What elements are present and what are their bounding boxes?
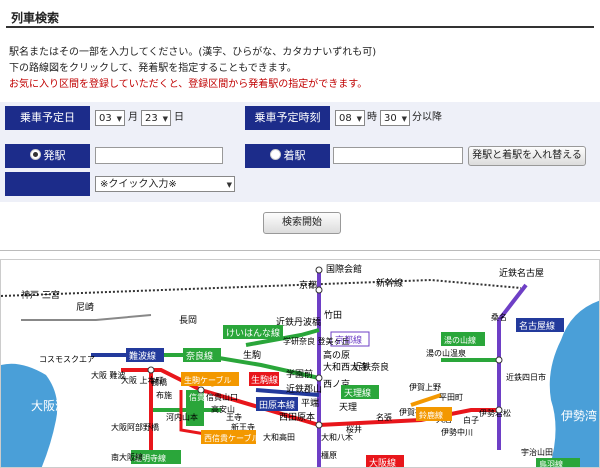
suzuka-line-label: 鈴鹿線 [419,410,443,420]
depart-label-text: 発駅 [43,149,66,162]
keihanna-label: けいはんな線 [226,327,280,339]
day-unit: 日 [174,112,184,123]
arrive-label-text: 着駅 [283,149,306,162]
station-sakurai[interactable]: 桜井 [346,424,362,434]
shinkansen-label: 新幹線 [376,277,403,289]
depart-radio-label[interactable]: 発駅 [5,144,90,168]
station-nishitawaramoto[interactable]: 西田原本 [279,411,315,423]
month-unit: 月 [128,112,138,123]
marker-kintetsu-yokkaichi[interactable] [495,356,503,364]
page-title: 列車検索 [11,11,60,25]
toba-line-label: 鳥羽線 [539,459,563,468]
station-kuwana[interactable]: 桑名 [491,312,507,322]
station-takanohara[interactable]: 高の原 [323,349,350,361]
nara-line-label: 奈良線 [186,350,213,362]
depart-radio-icon[interactable] [29,149,41,160]
osaka-bay-label: 大阪湾 [31,398,67,413]
hour-unit: 時 [367,112,377,123]
marker-yamato-yagi[interactable] [315,421,323,429]
station-yamato-takada[interactable]: 大和高田 [263,432,295,442]
quick-input-select[interactable]: ※クイック入力※ [95,176,235,193]
station-ise-wakamatsu[interactable]: 伊勢若松 [479,408,511,418]
hour-select[interactable]: 08 [335,110,365,127]
marker-tsuruhashi[interactable] [147,366,155,374]
station-gakken[interactable]: 学研奈良 登美ヶ丘 [283,336,350,346]
ise-bay-label: 伊勢湾 [561,408,597,423]
station-iga-ueno[interactable]: 伊賀上野 [409,382,441,392]
minute-unit: 分以降 [412,112,442,123]
search-button[interactable]: 検索開始 [263,212,341,234]
instruction-line-2: 下の路線図をクリックして、発着駅を指定することもできます。 [9,63,297,74]
station-ikoma[interactable]: 生駒 [243,349,261,361]
day-select[interactable]: 23 [141,110,171,127]
instructions: 駅名またはその一部を入力してください。(漢字、ひらがな、カタカナいずれも可) 下… [9,45,376,93]
station-gakuenmae[interactable]: 学園前 [286,368,313,380]
arrive-radio-icon[interactable] [269,149,281,160]
station-tenri[interactable]: 天理 [339,402,357,413]
tawaramoto-label: 田原本線 [259,399,295,411]
station-fuse[interactable]: 布施 [156,390,172,400]
station-uji-yamada[interactable]: 宇治山田 [521,447,553,457]
favorite-notice: お気に入り区間を登録していただくと、登録区間から発着駅の指定ができます。 [9,79,368,90]
depart-station-input[interactable] [95,147,223,164]
station-hirahata[interactable]: 平端 [301,397,319,409]
month-select[interactable]: 03 [95,110,125,127]
station-kintetsu-nara[interactable]: 近鉄奈良 [353,361,389,373]
osaka-line-label: 大阪線 [369,457,396,468]
minute-select[interactable]: 30 [380,110,410,127]
station-amagasaki[interactable]: 尼崎 [76,301,94,313]
station-kintetsu-yokkaichi[interactable]: 近鉄四日市 [506,372,546,382]
station-takeda[interactable]: 竹田 [324,309,342,321]
instruction-line-1: 駅名またはその一部を入力してください。(漢字、ひらがな、カタカナいずれも可) [9,47,377,58]
swap-stations-button[interactable]: 発駅と着駅を入れ替える [468,146,586,166]
nagoya-line-label: 名古屋線 [519,320,555,332]
station-kawachi-yamamoto[interactable]: 河内山本 [166,412,198,422]
station-cosmo-square[interactable]: コスモスクエア [39,355,95,364]
marker-ise-wakamatsu[interactable] [495,406,503,414]
map-background [1,260,599,467]
station-osaka-abeno[interactable]: 大阪阿部野橋 [111,422,159,432]
station-ise-nakagawa[interactable]: 伊勢中川 [441,427,473,437]
nishi-shigi-cable-label: 西信貴ケーブル [204,433,260,443]
date-label: 乗車予定日 [5,106,90,130]
page-header: 列車検索 [6,6,594,28]
yunoyama-line-label: 湯の山線 [444,335,476,345]
station-shigi-yama[interactable]: 信貴山口 [206,392,238,402]
station-nagaoka[interactable]: 長岡 [179,315,197,326]
divider [0,250,600,251]
station-kokusai[interactable]: 国際会館 [326,263,362,275]
station-kyoto[interactable]: 京都 [299,279,317,291]
time-label: 乗車予定時刻 [245,106,330,130]
marker-kyoto[interactable] [315,286,323,294]
station-kobe-sannomiya[interactable]: 神戸 三宮 [21,289,60,301]
ikoma-line-label: 生駒線 [251,374,278,386]
namba-line-label: 難波線 [129,350,156,362]
marker-yamato-saidaiji[interactable] [315,374,323,382]
minami-osaka-line-label: 南大阪線 [111,452,143,462]
ikoma-cable-label: 生駒ケーブル [184,375,232,385]
station-yunoyama-onsen[interactable]: 湯の山温泉 [426,348,466,358]
station-shiroko[interactable]: 白子 [463,415,479,425]
station-oji[interactable]: 王寺 [226,413,242,422]
marker-fuse[interactable] [197,386,205,394]
tenri-line-label: 天理線 [344,387,371,399]
quick-input-label-cell [5,172,90,196]
arrive-station-input[interactable] [333,147,463,164]
route-map[interactable]: 国際会館 近鉄名古屋 新幹線 神戸 三宮 尼崎 京都 竹田 近鉄丹波橋 長岡 け… [0,259,600,468]
route-map-svg[interactable]: 国際会館 近鉄名古屋 新幹線 神戸 三宮 尼崎 京都 竹田 近鉄丹波橋 長岡 け… [1,260,600,468]
station-nabari[interactable]: 名張 [376,412,392,422]
station-hirata[interactable]: 平田町 [439,393,463,402]
station-tsuruhashi[interactable]: 鶴橋 [151,377,167,387]
station-kashihara[interactable]: 橿原 [321,450,337,460]
arrive-radio-label[interactable]: 着駅 [245,144,330,168]
marker-kokusai[interactable] [315,266,323,274]
station-kintetsu-nagoya[interactable]: 近鉄名古屋 [499,267,544,279]
station-kintetsu-koriyama[interactable]: 近鉄郡山 [286,383,322,395]
